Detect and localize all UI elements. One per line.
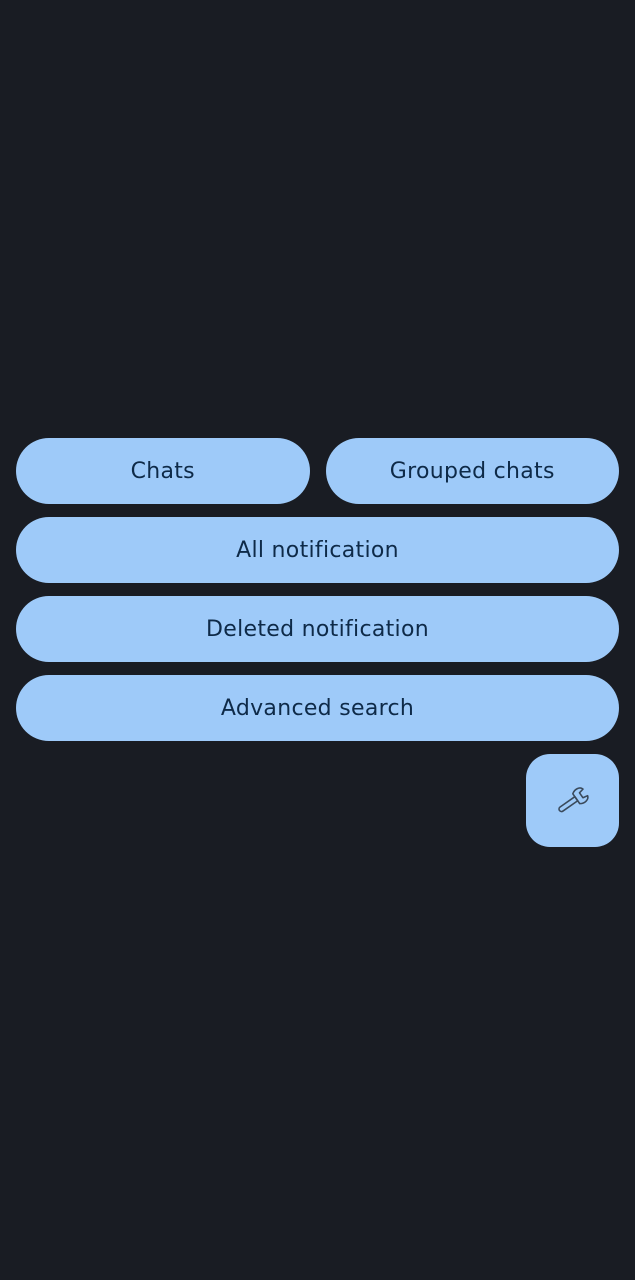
deleted-notification-button[interactable]: Deleted notification xyxy=(16,596,619,662)
all-notification-button[interactable]: All notification xyxy=(16,517,619,583)
main-screen: Chats Grouped chats All notification Del… xyxy=(0,0,635,1280)
menu-row-all: All notification xyxy=(16,517,619,583)
menu-row-deleted: Deleted notification xyxy=(16,596,619,662)
menu-buttons: Chats Grouped chats All notification Del… xyxy=(16,438,619,754)
settings-fab-button[interactable] xyxy=(526,754,619,847)
advanced-search-button[interactable]: Advanced search xyxy=(16,675,619,741)
wrench-icon xyxy=(557,786,589,812)
menu-row-chats: Chats Grouped chats xyxy=(16,438,619,504)
menu-row-search: Advanced search xyxy=(16,675,619,741)
grouped-chats-button[interactable]: Grouped chats xyxy=(325,438,619,504)
chats-button[interactable]: Chats xyxy=(16,438,310,504)
